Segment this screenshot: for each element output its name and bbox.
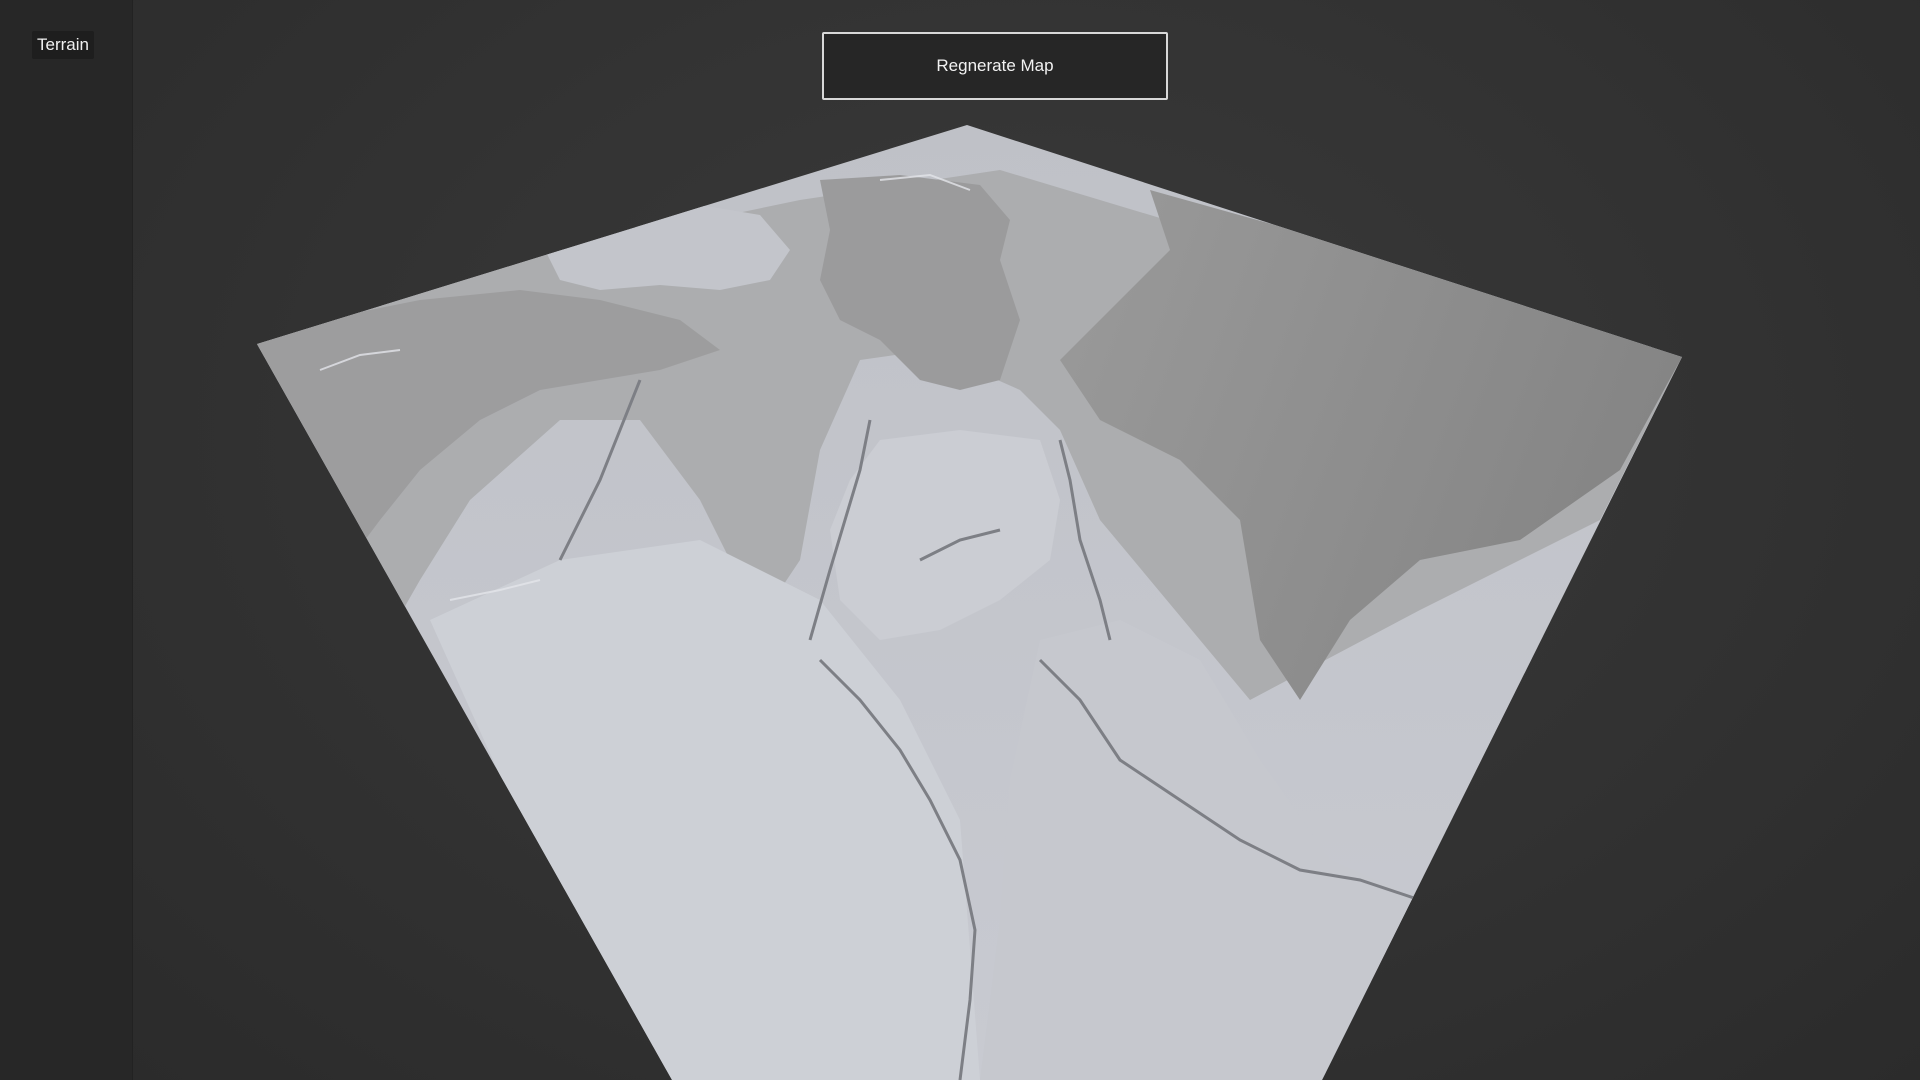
sidebar: Terrain bbox=[0, 0, 133, 1080]
terrain-scene[interactable] bbox=[0, 0, 1920, 1080]
terrain-plateau-north bbox=[540, 205, 790, 290]
regenerate-map-button[interactable]: Regnerate Map bbox=[822, 32, 1168, 100]
sidebar-item-terrain[interactable]: Terrain bbox=[32, 31, 94, 59]
